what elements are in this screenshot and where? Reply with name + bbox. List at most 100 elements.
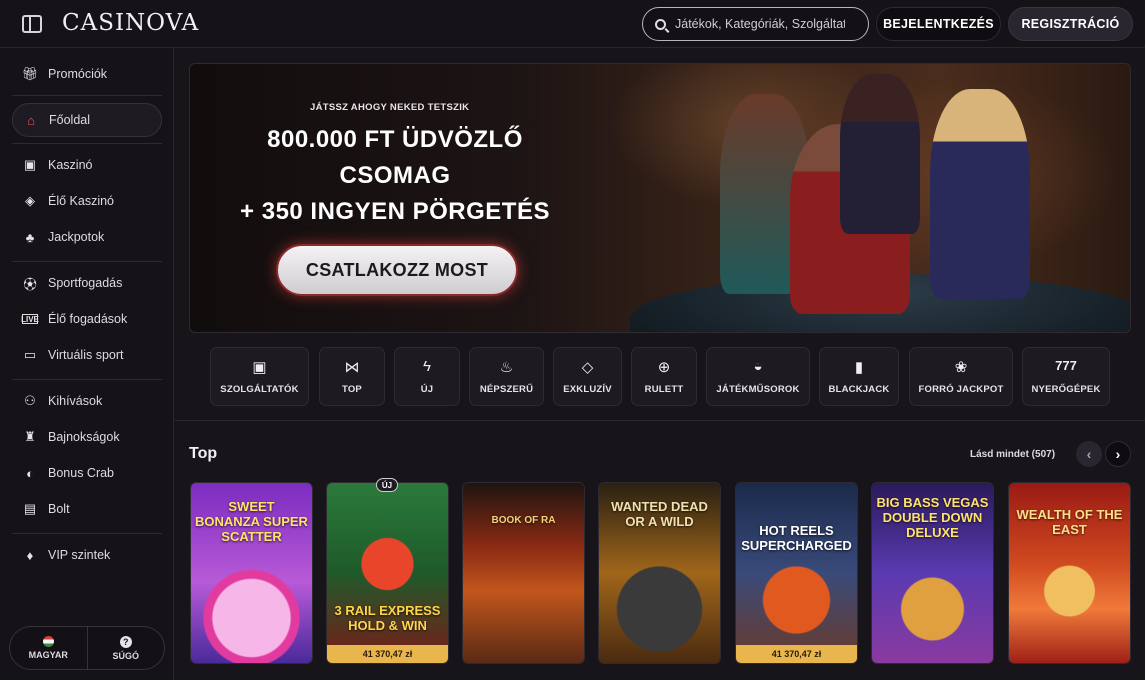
roulette-icon: ⊕ <box>657 359 671 376</box>
category-label: ÚJ <box>420 384 434 395</box>
sidebar-item-label: Promóciók <box>48 67 108 81</box>
hot-jackpot-icon: ❀ <box>954 359 968 376</box>
see-all-link[interactable]: Lásd mindet (507) <box>970 449 1055 460</box>
category-label: NYERŐGÉPEK <box>1031 384 1101 395</box>
sidebar-footer: MAGYAR ? SÚGÓ <box>9 626 165 670</box>
banner-title-line: 800.000 FT ÜDVÖZLŐ <box>267 126 523 153</box>
bowtie-icon: ⋈ <box>344 359 360 376</box>
sidebar-item-home[interactable]: ⌂ Főoldal <box>12 103 162 137</box>
game-card[interactable]: SWEET BONANZA SUPER SCATTER <box>190 482 313 664</box>
game-title: WANTED DEAD OR A WILD <box>611 499 708 529</box>
sidebar-divider <box>12 261 162 262</box>
category-blackjack[interactable]: ▮ BLACKJACK <box>819 347 899 406</box>
sidebar-item-shop[interactable]: ▤ Bolt <box>12 492 162 526</box>
carousel-prev-button[interactable]: ‹ <box>1076 441 1102 467</box>
chevron-left-icon: ‹ <box>1086 446 1092 462</box>
game-title: WEALTH OF THE EAST <box>1016 507 1123 537</box>
home-icon: ⌂ <box>27 112 35 128</box>
sidebar-divider <box>12 143 162 144</box>
game-title: BOOK OF RA <box>491 515 556 526</box>
sidebar-item-live-bets[interactable]: LIVE Élő fogadások <box>12 302 162 336</box>
category-label: TOP <box>342 384 362 395</box>
category-slots[interactable]: 777 NYERŐGÉPEK <box>1022 347 1110 406</box>
gift-icon: 🎁︎ <box>21 66 39 81</box>
help-icon: ? <box>119 635 132 648</box>
sidebar-item-jackpots[interactable]: ♣ Jackpotok <box>12 220 162 254</box>
category-exclusive[interactable]: ◇ EXKLUZÍV <box>553 347 622 406</box>
game-art <box>327 483 448 663</box>
category-label: FORRÓ JACKPOT <box>918 384 1004 395</box>
sidebar-divider <box>12 379 162 380</box>
category-new[interactable]: ϟ ÚJ <box>394 347 460 406</box>
login-button[interactable]: BEJELENTKEZÉS <box>876 7 1001 41</box>
shop-icon: ▤ <box>23 501 37 516</box>
new-badge: ÚJ <box>376 478 398 492</box>
language-label: MAGYAR <box>28 650 68 660</box>
sidebar-item-label: Főoldal <box>49 113 90 127</box>
crab-icon: ◐ <box>26 465 34 481</box>
chevron-right-icon: › <box>1115 446 1121 462</box>
sidebar-item-virtual-sports[interactable]: ▭ Virtuális sport <box>12 338 162 372</box>
category-providers[interactable]: ▣ SZOLGÁLTATÓK <box>210 347 309 406</box>
sidebar-item-promotions[interactable]: 🎁︎ Promóciók <box>12 57 162 91</box>
category-top[interactable]: ⋈ TOP <box>319 347 385 406</box>
search-icon <box>655 18 666 30</box>
sidebar-item-label: Bolt <box>48 502 70 516</box>
category-popular[interactable]: ♨ NÉPSZERŰ <box>469 347 544 406</box>
sidebar-toggle-icon[interactable] <box>22 15 42 33</box>
clover-icon: ♣ <box>25 229 35 245</box>
register-button[interactable]: REGISZTRÁCIÓ <box>1008 7 1133 41</box>
sidebar-item-tournaments[interactable]: ♜ Bajnokságok <box>12 420 162 454</box>
jackpot-amount: 41 370,47 zł <box>327 645 448 663</box>
diamond-icon: ♦ <box>26 547 34 563</box>
game-art <box>736 483 857 663</box>
game-title: HOT REELS SUPERCHARGED <box>741 523 852 553</box>
banner-title-line: + 350 INGYEN PÖRGETÉS <box>240 198 550 225</box>
diamond-icon: ◇ <box>581 359 594 376</box>
sidebar-item-challenges[interactable]: ⚇ Kihívások <box>12 384 162 418</box>
game-card[interactable]: HOT REELS SUPERCHARGED 41 370,47 zł <box>735 482 858 664</box>
language-button[interactable]: MAGYAR <box>10 627 87 669</box>
help-button[interactable]: ? SÚGÓ <box>86 627 165 669</box>
game-title: SWEET BONANZA SUPER SCATTER <box>195 499 308 544</box>
medal-icon: ⚇ <box>24 393 36 408</box>
sidebar-item-vip[interactable]: ♦ VIP szintek <box>12 538 162 572</box>
sidebar-item-sports[interactable]: ⚽︎ Sportfogadás <box>12 266 162 300</box>
game-card[interactable]: WANTED DEAD OR A WILD <box>598 482 721 664</box>
category-game-shows[interactable]: ◒ JÁTÉKMŰSOROK <box>706 347 810 406</box>
category-label: EXKLUZÍV <box>563 384 612 395</box>
category-hot-jackpot[interactable]: ❀ FORRÓ JACKPOT <box>909 347 1013 406</box>
game-title: 3 RAIL EXPRESS HOLD & WIN <box>334 603 441 633</box>
sidebar-item-label: Kaszinó <box>48 158 93 172</box>
carousel-next-button[interactable]: › <box>1105 441 1131 467</box>
logo[interactable]: CASINOVA <box>62 10 199 36</box>
search-box[interactable] <box>642 7 869 41</box>
join-now-button[interactable]: CSATLAKOZZ MOST <box>276 244 518 296</box>
game-card[interactable]: WEALTH OF THE EAST <box>1008 482 1131 664</box>
game-card[interactable]: 3 RAIL EXPRESS HOLD & WIN 41 370,47 zł <box>326 482 449 664</box>
sidebar-item-label: Jackpotok <box>48 230 105 244</box>
banner-eyebrow: JÁTSSZ AHOGY NEKED TETSZIK <box>310 102 470 113</box>
sidebar-item-live-casino[interactable]: ◈ Élő Kaszinó <box>12 184 162 218</box>
search-input[interactable] <box>675 17 845 31</box>
section-divider <box>174 420 1145 421</box>
banner-figure <box>930 89 1030 299</box>
category-label: BLACKJACK <box>828 384 890 395</box>
lightning-icon: ϟ <box>423 358 431 375</box>
cards-icon: ▮ <box>854 359 864 376</box>
game-card[interactable]: BOOK OF RA <box>462 482 585 664</box>
live-casino-icon: ◈ <box>25 193 35 208</box>
section-title: Top <box>189 445 218 462</box>
777-icon: 777 <box>1055 358 1077 373</box>
help-label: SÚGÓ <box>112 650 139 661</box>
sidebar-item-label: Kihívások <box>48 394 103 408</box>
sidebar-item-casino[interactable]: ▣ Kaszinó <box>12 148 162 182</box>
category-roulette[interactable]: ⊕ RULETT <box>631 347 697 406</box>
game-card[interactable]: BIG BASS VEGAS DOUBLE DOWN DELUXE <box>871 482 994 664</box>
promo-banner[interactable]: JÁTSSZ AHOGY NEKED TETSZIK 800.000 FT ÜD… <box>189 63 1131 333</box>
sidebar-item-bonus-crab[interactable]: ◐ Bonus Crab <box>12 456 162 490</box>
trophy-icon: ♜ <box>24 429 36 444</box>
sidebar-item-label: Bajnokságok <box>48 430 120 444</box>
providers-icon: ▣ <box>252 359 267 376</box>
game-title: BIG BASS VEGAS DOUBLE DOWN DELUXE <box>876 495 989 540</box>
